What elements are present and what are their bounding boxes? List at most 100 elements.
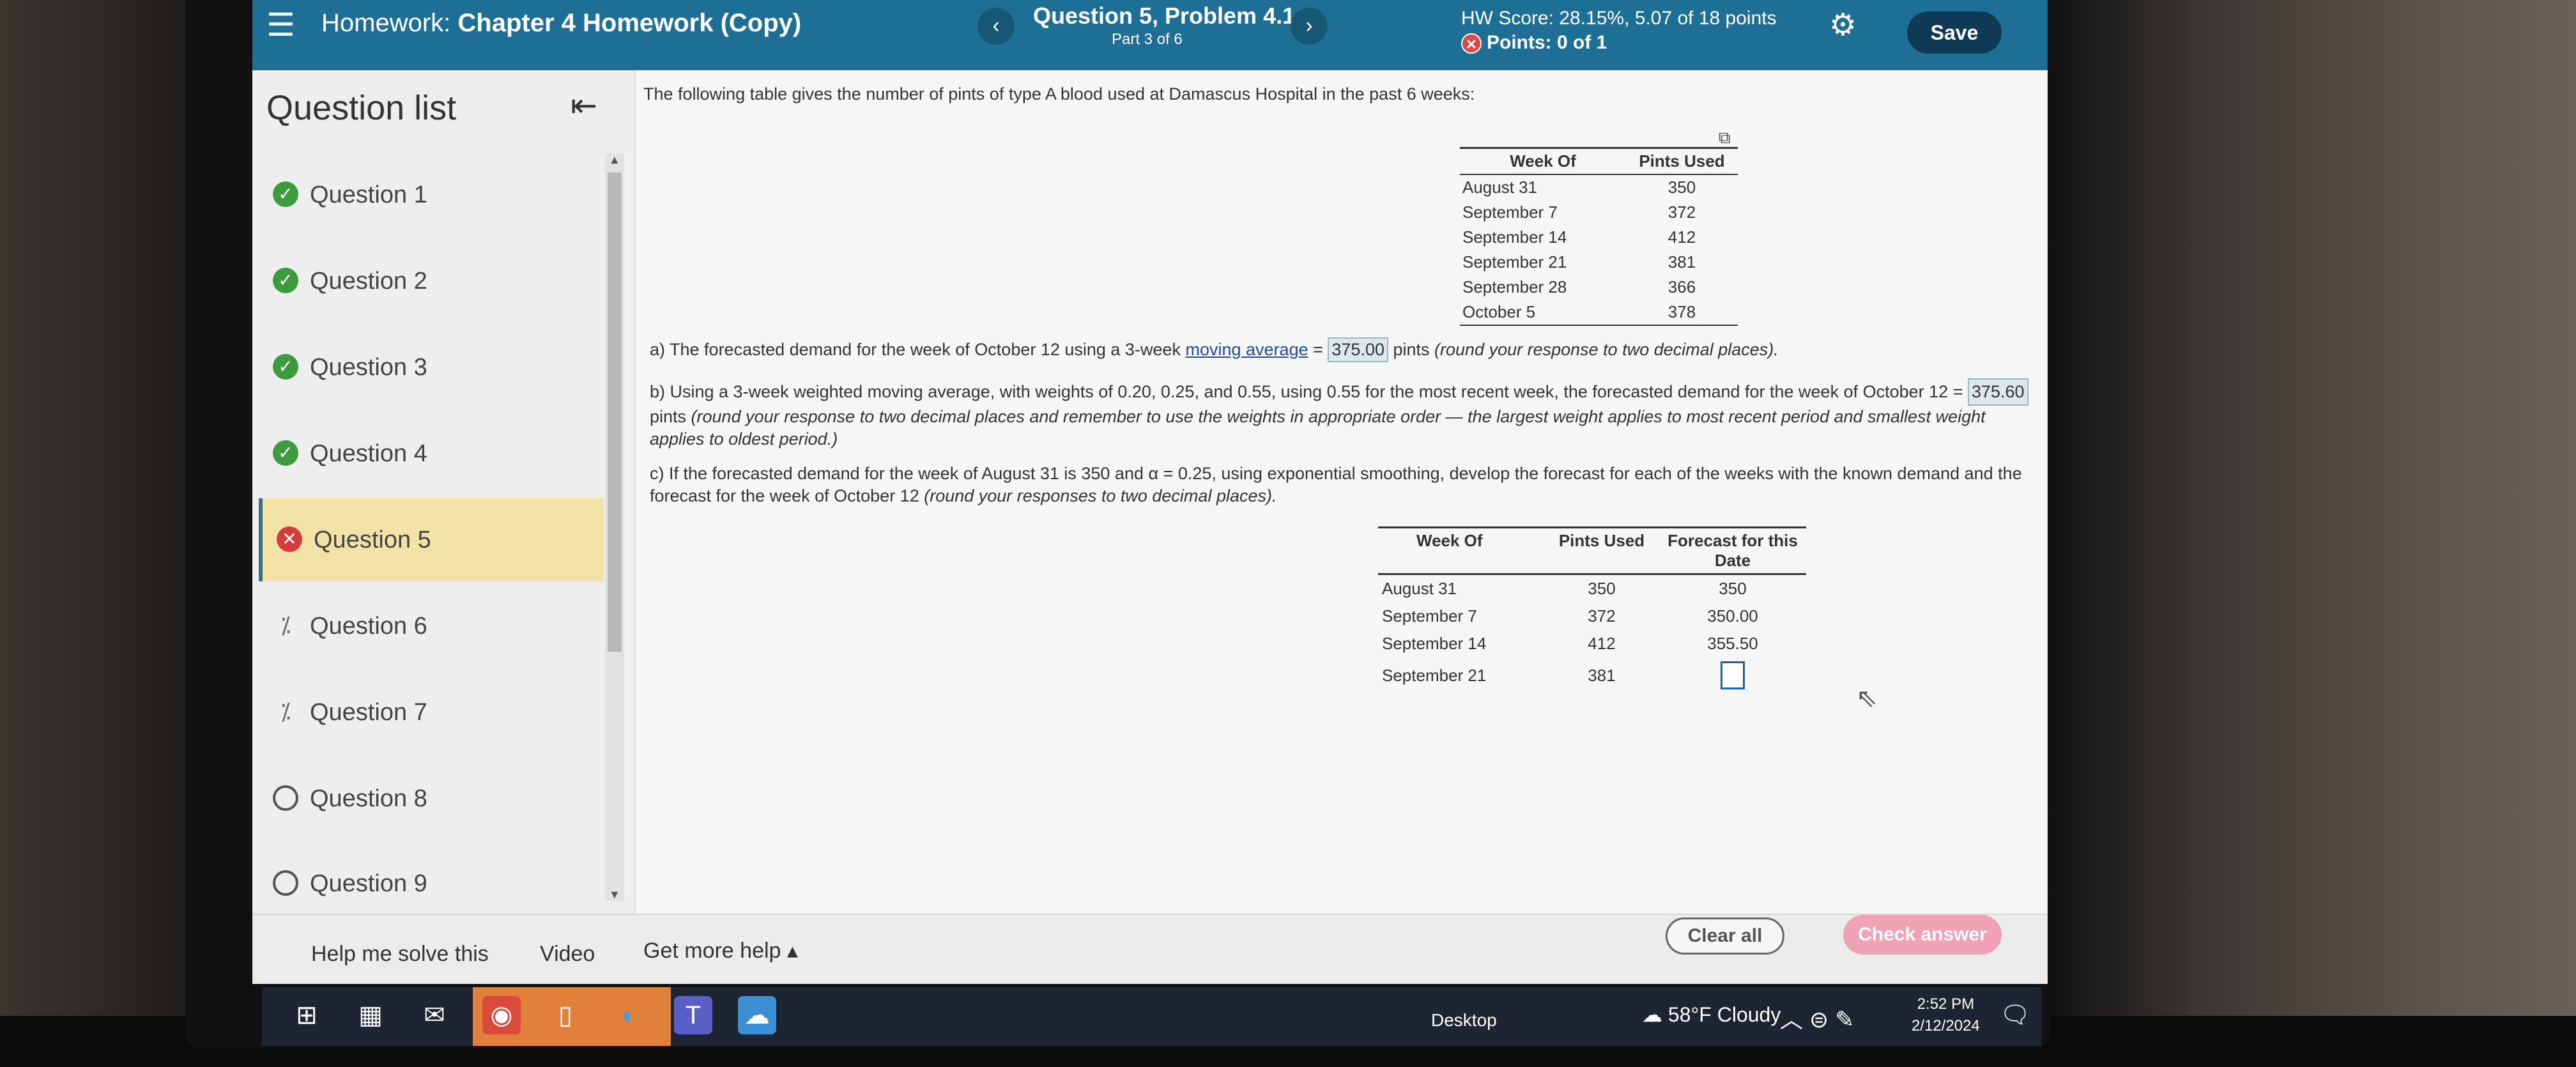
part-a-text: a) The forecasted demand for the week of…: [650, 340, 1186, 359]
table-row: October 5 378: [1460, 300, 1738, 326]
clock-date: 2/12/2024: [1912, 1017, 1980, 1034]
table-cell: September 14: [1462, 227, 1567, 247]
question-title: Question 5, Problem 4.1: [1033, 3, 1296, 29]
weather-widget[interactable]: ☁ 58°F Cloudy: [1642, 1002, 1781, 1027]
scroll-down-icon[interactable]: ▼: [609, 888, 620, 902]
table-cell: 350: [1588, 579, 1616, 598]
forecast-input-field[interactable]: [1721, 661, 1745, 689]
sidebar-item-label: Question 7: [310, 699, 427, 726]
empty-circle-icon: [273, 870, 298, 896]
check-icon: ✓: [273, 268, 298, 293]
copy-table-icon[interactable]: ⧉: [1719, 128, 1731, 148]
sidebar-item-label: Question 5: [314, 526, 431, 553]
rounding-hint: (round your response to two decimal plac…: [650, 407, 1986, 449]
gear-icon[interactable]: ⚙: [1829, 10, 1857, 41]
top-bar: ☰ Homework: Chapter 4 Homework (Copy) ‹ …: [252, 0, 2048, 70]
forecast-answer-cell[interactable]: 355.50: [1659, 630, 1806, 657]
sidebar-item-question-4[interactable]: ✓ Question 4: [259, 412, 604, 495]
table-row: September 21 381: [1460, 250, 1738, 275]
incorrect-icon: ✕: [1461, 33, 1482, 54]
blood-usage-table: Week Of Pints Used August 31 350 Septembe…: [1460, 147, 1738, 326]
calculator-icon[interactable]: ▦: [351, 996, 390, 1034]
table-row: September 14 412 355.50: [1378, 630, 1806, 657]
save-button[interactable]: Save: [1907, 12, 2002, 54]
teams-icon[interactable]: T: [674, 996, 712, 1034]
part-b-answer-field[interactable]: 375.60: [1967, 378, 2028, 406]
check-icon: ✓: [273, 354, 298, 380]
part-c-question: c) If the forecasted demand for the week…: [650, 463, 2036, 507]
collapse-sidebar-icon[interactable]: ⇤: [571, 89, 597, 121]
homework-title: Homework: Chapter 4 Homework (Copy): [321, 9, 801, 38]
video-button[interactable]: Video: [540, 942, 595, 967]
notification-icon[interactable]: 🗨: [2000, 1001, 2030, 1029]
next-question-button[interactable]: ›: [1291, 8, 1328, 45]
table-cell: 372: [1667, 203, 1696, 222]
table-row: September 14 412: [1460, 225, 1738, 250]
windows-start-icon[interactable]: ⊞: [288, 996, 326, 1034]
part-a-answer-field[interactable]: 375.00: [1328, 337, 1388, 362]
browser-screen: ☰ Homework: Chapter 4 Homework (Copy) ‹ …: [252, 0, 2048, 984]
forecast-answer-cell[interactable]: 350.00: [1659, 603, 1806, 630]
partial-credit-icon: ⁒: [280, 698, 291, 725]
mail-icon[interactable]: ✉: [415, 996, 454, 1034]
table-cell: 378: [1626, 300, 1738, 326]
sidebar-item-question-7[interactable]: ⁒ Question 7: [259, 671, 604, 754]
sidebar-item-question-3[interactable]: ✓ Question 3: [259, 326, 604, 409]
sidebar-item-label: Question 3: [310, 354, 427, 381]
equals-sign: =: [1308, 340, 1328, 359]
table-cell: August 31: [1382, 579, 1457, 598]
mouse-cursor-icon: ⇖: [1856, 684, 1878, 712]
sidebar-item-question-2[interactable]: ✓ Question 2: [259, 240, 604, 323]
sidebar-item-question-5[interactable]: ✕ Question 5: [259, 498, 604, 581]
check-icon: ✓: [273, 440, 298, 466]
table-cell: October 5: [1460, 300, 1626, 326]
question-part: Part 3 of 6: [1112, 31, 1183, 48]
table-cell: 381: [1588, 665, 1616, 685]
chevron-up-icon: ︿: [1780, 1006, 1804, 1032]
get-more-help-button[interactable]: Get more help ▴: [643, 938, 798, 963]
check-answer-button[interactable]: Check answer: [1843, 915, 2002, 955]
cloud-app-icon[interactable]: ☁: [738, 996, 776, 1034]
table-cell: September 7: [1462, 203, 1558, 222]
sidebar-scroll-thumb[interactable]: [608, 173, 622, 652]
part-a-question: a) The forecasted demand for the week of…: [650, 337, 1779, 362]
file-icon[interactable]: ▯: [546, 996, 585, 1034]
part-b-text: b) Using a 3-week weighted moving averag…: [650, 382, 1968, 401]
table-header-pints: Pints Used: [1544, 526, 1659, 575]
desktop-toolbar[interactable]: Desktop: [1431, 1010, 1497, 1031]
check-icon: ✓: [273, 181, 298, 207]
clear-all-button[interactable]: Clear all: [1666, 917, 1784, 955]
scroll-up-icon[interactable]: ▲: [609, 153, 620, 167]
table-row: September 21 381: [1378, 657, 1806, 693]
forecast-cell: 350: [1719, 579, 1747, 598]
part-b-question: b) Using a 3-week weighted moving averag…: [650, 378, 2036, 450]
part-c-text: c) If the forecasted demand for the week…: [650, 464, 2022, 505]
sidebar-item-question-9[interactable]: Question 9: [259, 842, 604, 925]
help-me-solve-button[interactable]: Help me solve this: [311, 942, 489, 967]
table-row: September 7 372 350.00: [1378, 603, 1806, 630]
sidebar-item-question-6[interactable]: ⁒ Question 6: [259, 585, 604, 668]
clock-time: 2:52 PM: [1917, 995, 1975, 1013]
sidebar-item-question-8[interactable]: Question 8: [259, 757, 604, 840]
table-header-forecast: Forecast for this Date: [1659, 526, 1806, 575]
sidebar-item-question-1[interactable]: ✓ Question 1: [259, 153, 604, 236]
table-row: September 7 372: [1460, 200, 1738, 225]
previous-question-button[interactable]: ‹: [977, 8, 1015, 45]
windows-taskbar: ⊞ ▦ ✉ ◉ ▯ ◐ T ☁ Desktop ☁ 58°F Cloudy ︿ …: [262, 987, 2041, 1046]
unit-text: pints: [1388, 340, 1435, 359]
moving-average-link[interactable]: moving average: [1185, 340, 1308, 359]
table-cell: 412: [1667, 227, 1696, 247]
homework-prefix: Homework:: [321, 9, 451, 37]
problem-intro: The following table gives the number of …: [643, 84, 1475, 104]
sidebar-item-label: Question 2: [310, 268, 427, 295]
chevron-right-icon: ›: [1305, 13, 1313, 38]
chrome-icon[interactable]: ◉: [482, 996, 521, 1034]
points-status: ✕ Points: 0 of 1: [1461, 32, 1607, 54]
clock[interactable]: 2:52 PM 2/12/2024: [1912, 994, 1980, 1037]
system-tray[interactable]: ︿ ⊜ ✎: [1780, 1001, 1854, 1034]
hamburger-icon[interactable]: ☰: [266, 9, 295, 41]
table-cell: August 31: [1462, 178, 1538, 197]
incorrect-icon: ✕: [277, 526, 302, 552]
cloud-icon: ☁: [1642, 1003, 1662, 1026]
edge-icon[interactable]: ◐: [610, 996, 648, 1034]
